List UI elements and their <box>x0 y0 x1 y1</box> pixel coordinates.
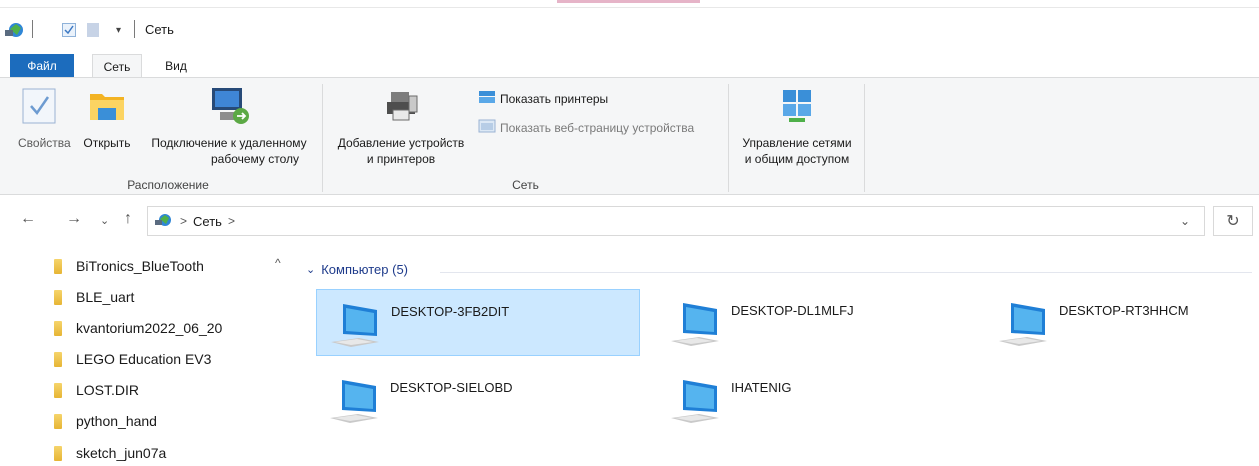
folder-icon <box>54 413 62 429</box>
divider <box>32 20 33 38</box>
title-bar: ▾ Сеть <box>0 0 1259 47</box>
scroll-up-icon[interactable]: ^ <box>275 256 281 270</box>
computer-icon <box>669 376 721 424</box>
nav-item[interactable]: LOST.DIR <box>54 379 139 401</box>
address-bar[interactable]: > Сеть > ⌄ <box>147 206 1205 236</box>
add-devices-label-line1: Добавление устройств <box>337 136 465 150</box>
remote-desktop-icon <box>139 84 319 128</box>
nav-item-label: sketch_jun07a <box>76 445 167 461</box>
breadcrumb-separator[interactable]: > <box>228 214 235 228</box>
nav-item[interactable]: BiTronics_BlueTooth <box>54 255 204 277</box>
computer-name: DESKTOP-3FB2DIT <box>391 304 510 319</box>
computer-name: DESKTOP-SIELOBD <box>390 380 513 395</box>
folder-icon <box>54 320 62 336</box>
nav-item-label: LEGO Education EV3 <box>76 351 212 367</box>
window-title: Сеть <box>145 22 174 37</box>
properties-label: Свойства <box>18 136 71 150</box>
computer-name: IHATENIG <box>731 380 792 395</box>
network-center-label-line2: и общим доступом <box>744 152 850 166</box>
nav-item-label: kvantorium2022_06_20 <box>76 320 223 336</box>
group-header-label: Компьютер (5) <box>321 262 409 277</box>
computer-item[interactable]: DESKTOP-SIELOBD <box>316 366 640 433</box>
add-devices-label-line2: и принтеров <box>366 152 436 166</box>
customize-toolbar-icon[interactable]: ▾ <box>116 20 121 40</box>
folder-icon <box>54 445 62 461</box>
divider <box>134 20 135 38</box>
tab-network[interactable]: Сеть <box>92 54 142 78</box>
open-button[interactable]: Открыть <box>79 88 135 151</box>
file-list: ⌄ Компьютер (5) DESKTOP-3FB2DIT DESKTOP-… <box>300 246 1259 466</box>
folder-icon <box>54 289 62 305</box>
remote-desktop-label-line1: Подключение к удаленному <box>151 136 307 150</box>
computer-name: DESKTOP-DL1MLFJ <box>731 303 854 318</box>
computer-item[interactable]: IHATENIG <box>657 366 981 433</box>
nav-item-label: BLE_uart <box>76 289 135 305</box>
show-printers-button[interactable]: Показать принтеры <box>478 90 608 107</box>
computer-item[interactable]: DESKTOP-DL1MLFJ <box>657 289 981 356</box>
add-devices-button[interactable]: Добавление устройств и принтеров <box>328 88 474 167</box>
forward-arrow-icon[interactable]: → <box>66 210 82 228</box>
breadcrumb-network[interactable]: Сеть <box>193 214 222 229</box>
nav-item-label: BiTronics_BlueTooth <box>76 258 204 274</box>
new-folder-quick-icon[interactable] <box>87 20 99 40</box>
computer-item[interactable]: DESKTOP-3FB2DIT <box>316 289 640 356</box>
group-header[interactable]: ⌄ Компьютер (5) <box>306 262 408 277</box>
network-center-label-line1: Управление сетями <box>742 136 852 150</box>
divider <box>0 7 1259 8</box>
remote-desktop-button[interactable]: Подключение к удаленному рабочему столу <box>139 84 319 167</box>
web-page-icon <box>478 118 496 137</box>
network-icon <box>4 20 26 40</box>
printer-icon <box>328 88 474 128</box>
breadcrumb-separator[interactable]: > <box>180 214 187 228</box>
nav-item[interactable]: sketch_jun07a <box>54 442 166 464</box>
accent-stripe <box>557 0 700 3</box>
tab-file[interactable]: Файл <box>10 54 74 78</box>
network-sharing-center-button[interactable]: Управление сетями и общим доступом <box>732 88 862 167</box>
properties-icon <box>18 88 60 128</box>
ribbon-tabs: Файл Сеть Вид <box>0 54 1259 78</box>
computer-icon <box>997 299 1049 347</box>
address-dropdown-icon[interactable]: ⌄ <box>1180 214 1190 228</box>
refresh-icon[interactable]: ↻ <box>1213 206 1253 236</box>
open-label: Открыть <box>83 136 131 150</box>
up-arrow-icon[interactable]: ↑ <box>124 210 132 228</box>
network-icon <box>154 212 174 231</box>
show-web-page-button[interactable]: Показать веб-страницу устройства <box>478 118 694 137</box>
nav-item[interactable]: LEGO Education EV3 <box>54 348 211 370</box>
computer-name: DESKTOP-RT3HHCM <box>1059 303 1189 318</box>
divider <box>440 272 1252 273</box>
nav-item[interactable]: kvantorium2022_06_20 <box>54 317 222 339</box>
divider <box>864 84 865 192</box>
properties-quick-icon[interactable] <box>62 20 76 40</box>
folder-open-icon <box>79 88 135 128</box>
show-web-page-label: Показать веб-страницу устройства <box>500 120 695 135</box>
folder-icon <box>54 351 62 367</box>
navigation-bar: ← → ⌄ ↑ > Сеть > ⌄ ↻ <box>0 196 1259 246</box>
group-label-location: Расположение <box>127 178 209 192</box>
ribbon: Свойства Открыть Подключение к удаленном… <box>0 77 1259 195</box>
group-label-network: Сеть <box>512 178 539 192</box>
printers-icon <box>478 90 496 107</box>
computer-icon <box>328 376 380 424</box>
divider <box>322 84 323 192</box>
show-printers-label: Показать принтеры <box>500 91 609 106</box>
back-arrow-icon[interactable]: ← <box>20 210 36 228</box>
computer-icon <box>669 299 721 347</box>
folder-icon <box>54 258 62 274</box>
network-center-icon <box>732 88 862 128</box>
folder-icon <box>54 382 62 398</box>
divider <box>728 84 729 192</box>
nav-item-label: python_hand <box>76 413 157 429</box>
nav-item[interactable]: python_hand <box>54 410 157 432</box>
navigation-pane: ^ BiTronics_BlueTooth BLE_uart kvantoriu… <box>0 246 300 466</box>
computer-item[interactable]: DESKTOP-RT3HHCM <box>985 289 1259 356</box>
chevron-down-icon[interactable]: ⌄ <box>306 263 315 276</box>
remote-desktop-label-line2: рабочему столу <box>210 152 300 166</box>
properties-button[interactable]: Свойства <box>18 88 71 151</box>
nav-item[interactable]: BLE_uart <box>54 286 134 308</box>
computer-icon <box>329 300 381 348</box>
nav-item-label: LOST.DIR <box>76 382 140 398</box>
recent-locations-icon[interactable]: ⌄ <box>100 214 109 227</box>
tab-view[interactable]: Вид <box>156 54 196 78</box>
